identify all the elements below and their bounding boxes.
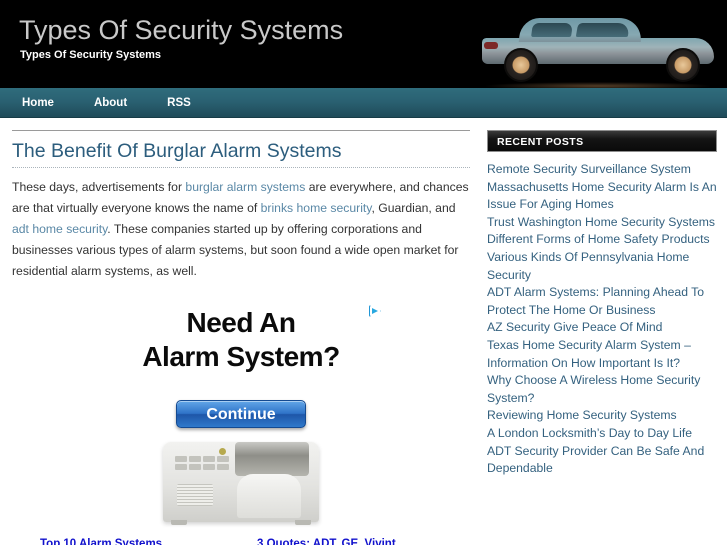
- page-root: Types Of Security Systems Types Of Secur…: [0, 0, 727, 545]
- ad-text-links: Top 10 Alarm Systems Looking For Alarm S…: [12, 538, 470, 545]
- keypad-key: [217, 464, 229, 470]
- keypad-key: [203, 464, 215, 470]
- ad-link-title-3-quotes[interactable]: 3 Quotes: ADT, GE, Vivint: [257, 538, 475, 545]
- link-burglar-alarm-systems[interactable]: burglar alarm systems: [185, 180, 305, 194]
- post-bottom-divider: [12, 167, 470, 168]
- adchoices-icon-fill: [371, 307, 378, 314]
- keypad-key: [175, 456, 187, 462]
- list-item[interactable]: Trust Washington Home Security Systems: [487, 214, 717, 232]
- car-window-rear: [531, 23, 573, 37]
- post-text-3: , Guardian, and: [371, 201, 456, 215]
- link-adt-home-security[interactable]: adt home security: [12, 222, 107, 236]
- list-item[interactable]: Reviewing Home Security Systems: [487, 407, 717, 425]
- site-tagline: Types Of Security Systems: [20, 49, 162, 61]
- keypad-key: [217, 456, 229, 462]
- site-header: Types Of Security Systems Types Of Secur…: [0, 0, 727, 88]
- alarm-panel-image: [157, 434, 325, 530]
- car-illustration: [482, 16, 714, 88]
- ad-link-column-2: 3 Quotes: ADT, GE, Vivint Get 3 Free Ala…: [257, 538, 475, 545]
- keypad-key: [189, 456, 201, 462]
- ad-banner[interactable]: Need An Alarm System? Continue: [12, 298, 470, 536]
- post-paragraph: These days, advertisements for burglar a…: [12, 177, 470, 282]
- widget-title-recent-posts: RECENT POSTS: [487, 130, 717, 152]
- list-item[interactable]: Why Choose A Wireless Home Security Syst…: [487, 372, 717, 407]
- car-taillight: [484, 42, 498, 49]
- car-window-front: [575, 23, 631, 37]
- ad-headline: Need An Alarm System?: [12, 306, 470, 374]
- ad-link-title-top-10-alarm-systems[interactable]: Top 10 Alarm Systems: [40, 538, 258, 545]
- keypad-key: [175, 464, 187, 470]
- recent-posts-list: Remote Security Surveillance System Mass…: [487, 161, 717, 478]
- header-car-photo: [470, 0, 727, 88]
- list-item[interactable]: Different Forms of Home Safety Products: [487, 231, 717, 249]
- ad-continue-button[interactable]: Continue: [176, 400, 306, 428]
- link-brinks-home-security[interactable]: brinks home security: [261, 201, 372, 215]
- keypad-key: [189, 464, 201, 470]
- alarm-panel-front-bulge: [237, 474, 301, 518]
- alarm-panel-foot-right: [295, 520, 311, 525]
- nav-item-about[interactable]: About: [74, 88, 147, 118]
- post-top-divider: [12, 130, 470, 131]
- alarm-panel-led: [219, 448, 226, 455]
- main-navigation: Home About RSS: [0, 88, 727, 118]
- ad-headline-line2: Alarm System?: [142, 341, 340, 372]
- list-item[interactable]: ADT Security Provider Can Be Safe And De…: [487, 443, 717, 478]
- alarm-panel-lens: [235, 442, 309, 476]
- alarm-panel-foot-left: [171, 520, 187, 525]
- body-wrapper: The Benefit Of Burglar Alarm Systems The…: [0, 118, 727, 545]
- post-text-1: These days, advertisements for: [12, 180, 186, 194]
- list-item[interactable]: A London Locksmith’s Day to Day Life: [487, 425, 717, 443]
- ad-headline-line1: Need An: [186, 307, 296, 338]
- nav-item-home[interactable]: Home: [0, 88, 74, 118]
- advertisement-block: Need An Alarm System? Continue Top 10 Al…: [12, 298, 470, 545]
- list-item[interactable]: Various Kinds Of Pennsylvania Home Secur…: [487, 249, 717, 284]
- car-wheel-front: [666, 48, 700, 82]
- sidebar: RECENT POSTS Remote Security Surveillanc…: [487, 130, 717, 478]
- keypad-key: [203, 456, 215, 462]
- list-item[interactable]: Massachusetts Home Security Alarm Is An …: [487, 179, 717, 214]
- alarm-panel-keypad: [175, 456, 229, 470]
- car-wheel-rear: [504, 48, 538, 82]
- list-item[interactable]: Texas Home Security Alarm System – Infor…: [487, 337, 717, 372]
- main-content: The Benefit Of Burglar Alarm Systems The…: [12, 130, 470, 545]
- nav-list: Home About RSS: [0, 88, 727, 118]
- adchoices-triangle-icon[interactable]: [369, 305, 382, 318]
- site-title: Types Of Security Systems: [19, 15, 344, 45]
- post-title: The Benefit Of Burglar Alarm Systems: [12, 140, 342, 162]
- list-item[interactable]: Remote Security Surveillance System: [487, 161, 717, 179]
- ad-link-column-1: Top 10 Alarm Systems Looking For Alarm S…: [40, 538, 258, 545]
- list-item[interactable]: AZ Security Give Peace Of Mind: [487, 319, 717, 337]
- list-item[interactable]: ADT Alarm Systems: Planning Ahead To Pro…: [487, 284, 717, 319]
- alarm-panel-speaker: [177, 484, 213, 506]
- nav-item-rss[interactable]: RSS: [147, 88, 211, 118]
